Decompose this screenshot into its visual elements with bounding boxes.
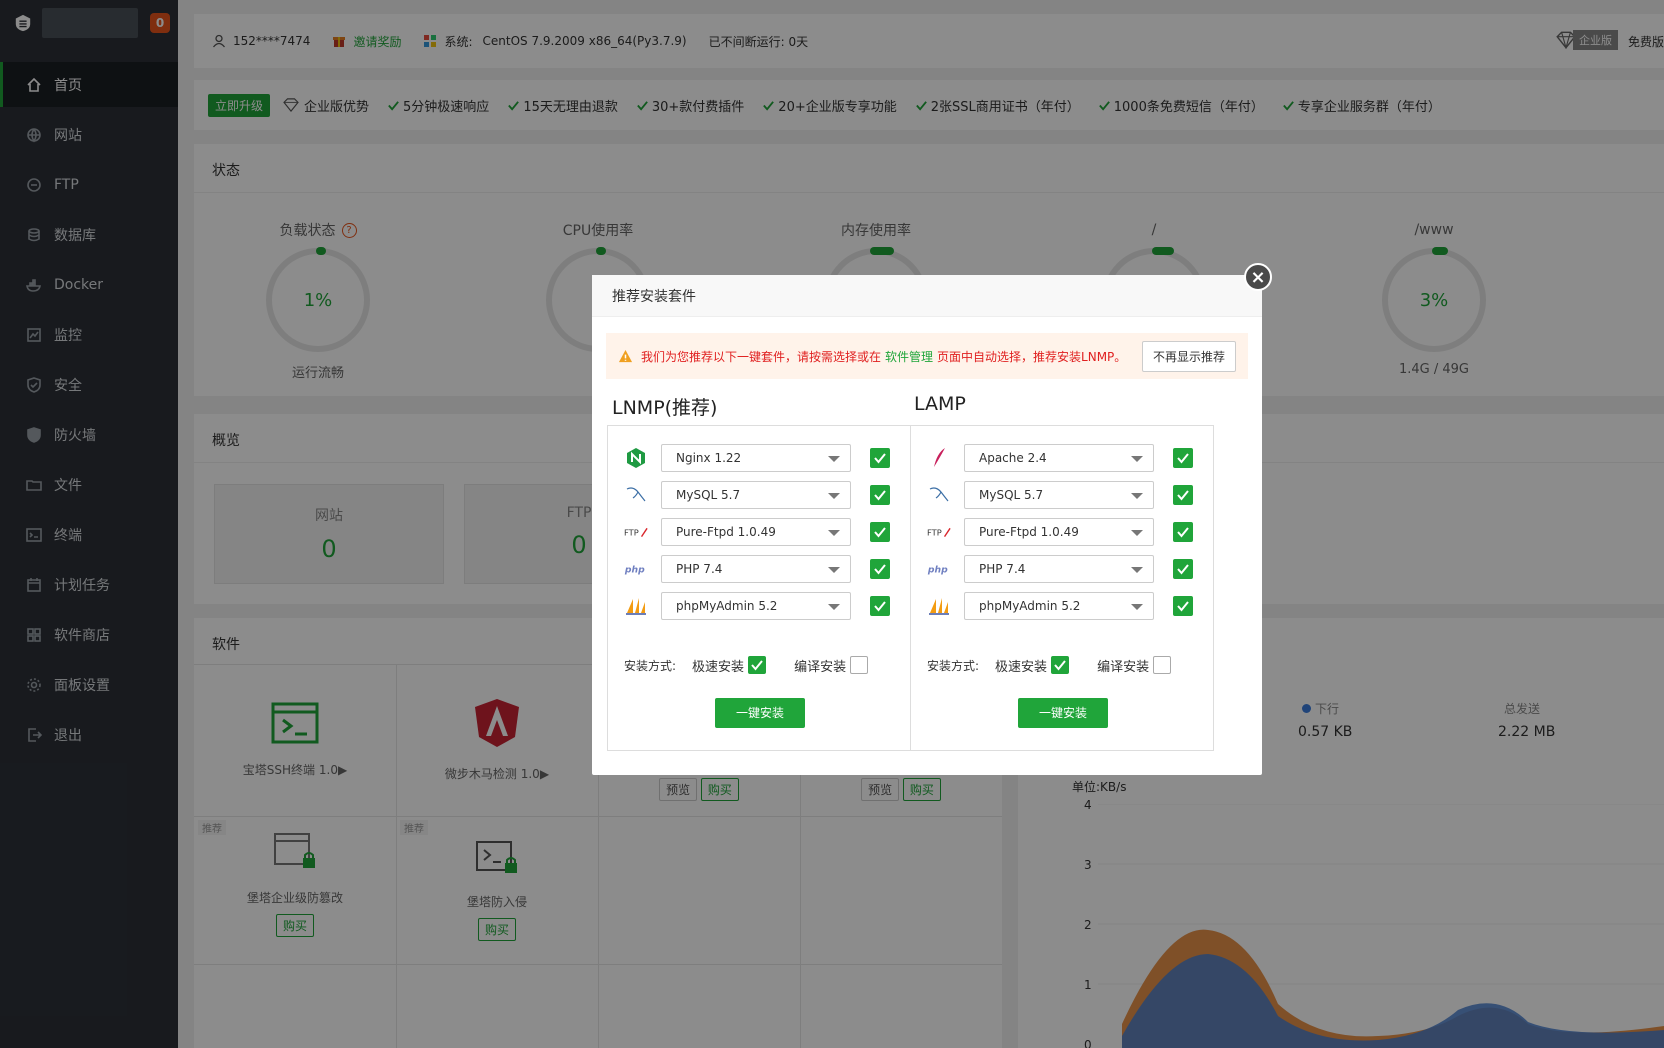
- pureftpd-icon: FTP: [624, 520, 648, 544]
- lamp-row-mysql: MySQL 5.7: [911, 480, 1215, 510]
- lnmp-title: LNMP(推荐): [612, 397, 718, 419]
- compile-install-checkbox[interactable]: [850, 656, 869, 674]
- nginx-icon: [624, 446, 648, 470]
- check-icon: [751, 660, 763, 671]
- pureftpd-version-select[interactable]: Pure-Ftpd 1.0.49: [661, 518, 851, 546]
- phpmyadmin-checkbox[interactable]: [870, 596, 890, 616]
- fast-install-option[interactable]: 极速安装: [692, 656, 767, 675]
- svg-text:FTP: FTP: [624, 528, 639, 538]
- apache-checkbox[interactable]: [1173, 448, 1193, 468]
- recommend-modal: 推荐安装套件 我们为您推荐以下一键套件，请按需选择或在 软件管理 页面中自动选择…: [592, 275, 1262, 775]
- chevron-down-icon: [1131, 530, 1143, 536]
- fast-install-checkbox[interactable]: [748, 656, 767, 674]
- dont-show-again-button[interactable]: 不再显示推荐: [1141, 341, 1236, 372]
- php-icon: php: [927, 557, 951, 581]
- pureftpd-checkbox[interactable]: [1173, 522, 1193, 542]
- chevron-down-icon: [1131, 493, 1143, 499]
- phpmyadmin-version-select[interactable]: phpMyAdmin 5.2: [661, 592, 851, 620]
- lnmp-row-mysql: MySQL 5.7: [608, 480, 912, 510]
- chevron-down-icon: [828, 530, 840, 536]
- mysql-version-select[interactable]: MySQL 5.7: [964, 481, 1154, 509]
- php-checkbox[interactable]: [870, 559, 890, 579]
- php-icon: php: [624, 557, 648, 581]
- lamp-install-button[interactable]: 一键安装: [1018, 698, 1108, 728]
- software-manage-link[interactable]: 软件管理: [885, 348, 933, 365]
- chevron-down-icon: [828, 567, 840, 573]
- chevron-down-icon: [1131, 567, 1143, 573]
- lnmp-row-phpmyadmin: phpMyAdmin 5.2: [608, 591, 912, 621]
- check-icon: [1177, 564, 1189, 575]
- lamp-row-phpmyadmin: phpMyAdmin 5.2: [911, 591, 1215, 621]
- modal-title: 推荐安装套件: [592, 275, 1262, 317]
- compile-install-checkbox[interactable]: [1153, 656, 1172, 674]
- php-version-select[interactable]: PHP 7.4: [661, 555, 851, 583]
- lnmp-row-nginx: Nginx 1.22: [608, 443, 912, 473]
- lamp-row-apache: Apache 2.4: [911, 443, 1215, 473]
- chevron-down-icon: [828, 604, 840, 610]
- phpmyadmin-icon: [624, 594, 648, 618]
- check-icon: [1177, 601, 1189, 612]
- compile-install-option[interactable]: 编译安装: [794, 656, 869, 675]
- phpmyadmin-checkbox[interactable]: [1173, 596, 1193, 616]
- check-icon: [1177, 453, 1189, 464]
- mysql-icon: [624, 483, 648, 507]
- check-icon: [1054, 660, 1066, 671]
- lnmp-row-php: php PHP 7.4: [608, 554, 912, 584]
- check-icon: [874, 564, 886, 575]
- check-icon: [1177, 490, 1189, 501]
- close-icon[interactable]: ×: [1244, 263, 1272, 291]
- chevron-down-icon: [1131, 456, 1143, 462]
- warning-icon: [618, 349, 633, 362]
- pureftpd-icon: FTP: [927, 520, 951, 544]
- lamp-install-mode: 安装方式: 极速安装 编译安装: [927, 654, 1207, 676]
- fast-install-option[interactable]: 极速安装: [995, 656, 1070, 675]
- apache-version-select[interactable]: Apache 2.4: [964, 444, 1154, 472]
- check-icon: [874, 601, 886, 612]
- mysql-version-select[interactable]: MySQL 5.7: [661, 481, 851, 509]
- pureftpd-version-select[interactable]: Pure-Ftpd 1.0.49: [964, 518, 1154, 546]
- chevron-down-icon: [828, 456, 840, 462]
- svg-text:FTP: FTP: [927, 528, 942, 538]
- fast-install-checkbox[interactable]: [1051, 656, 1070, 674]
- phpmyadmin-version-select[interactable]: phpMyAdmin 5.2: [964, 592, 1154, 620]
- check-icon: [1177, 527, 1189, 538]
- check-icon: [874, 453, 886, 464]
- check-icon: [874, 527, 886, 538]
- check-icon: [874, 490, 886, 501]
- nginx-checkbox[interactable]: [870, 448, 890, 468]
- php-version-select[interactable]: PHP 7.4: [964, 555, 1154, 583]
- lnmp-install-mode: 安装方式: 极速安装 编译安装: [624, 654, 904, 676]
- chevron-down-icon: [1131, 604, 1143, 610]
- lnmp-install-button[interactable]: 一键安装: [715, 698, 805, 728]
- mysql-icon: [927, 483, 951, 507]
- lnmp-box: Nginx 1.22 MySQL 5.7 FTP Pure-Ftpd 1.0.4…: [607, 425, 911, 751]
- phpmyadmin-icon: [927, 594, 951, 618]
- nginx-version-select[interactable]: Nginx 1.22: [661, 444, 851, 472]
- mysql-checkbox[interactable]: [870, 485, 890, 505]
- lamp-row-php: php PHP 7.4: [911, 554, 1215, 584]
- pureftpd-checkbox[interactable]: [870, 522, 890, 542]
- mysql-checkbox[interactable]: [1173, 485, 1193, 505]
- lamp-row-ftp: FTP Pure-Ftpd 1.0.49: [911, 517, 1215, 547]
- recommend-alert: 我们为您推荐以下一键套件，请按需选择或在 软件管理 页面中自动选择，推荐安装LN…: [606, 333, 1248, 379]
- php-checkbox[interactable]: [1173, 559, 1193, 579]
- compile-install-option[interactable]: 编译安装: [1097, 656, 1172, 675]
- lnmp-row-ftp: FTP Pure-Ftpd 1.0.49: [608, 517, 912, 547]
- chevron-down-icon: [828, 493, 840, 499]
- svg-text:php: php: [624, 565, 645, 575]
- lamp-box: Apache 2.4 MySQL 5.7 FTP Pure-Ftpd 1.0.4…: [910, 425, 1214, 751]
- svg-text:php: php: [927, 565, 948, 575]
- lamp-title: LAMP: [914, 393, 966, 415]
- apache-feather-icon: [927, 446, 951, 470]
